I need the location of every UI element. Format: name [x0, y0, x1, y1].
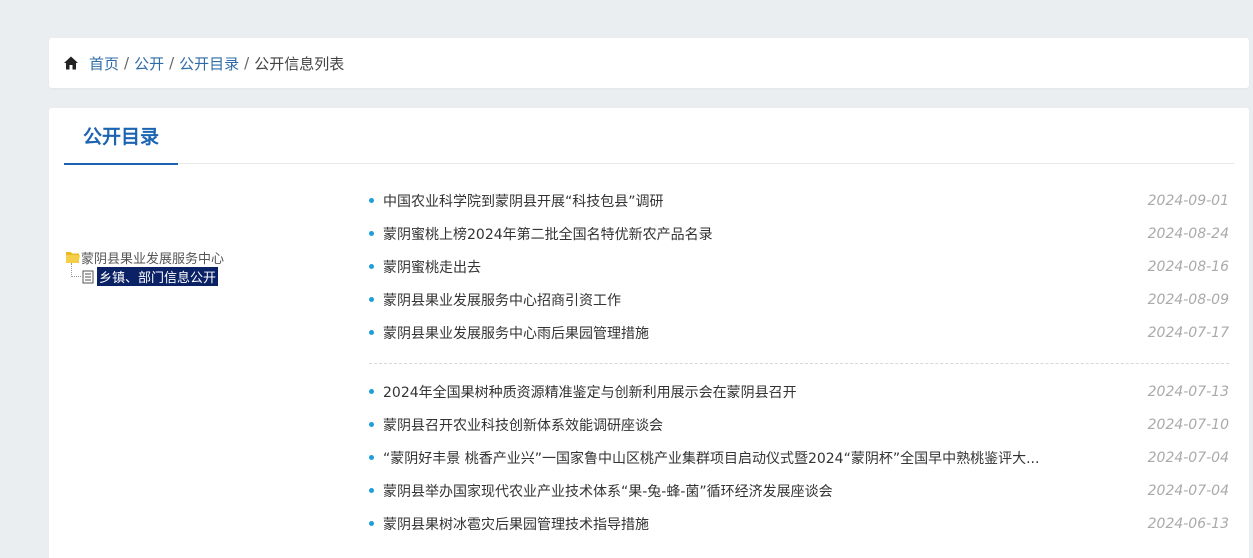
tree-node-label-selected: 乡镇、部门信息公开 [97, 267, 219, 286]
news-item[interactable]: 蒙阴县果业发展服务中心雨后果园管理措施 2024-07-17 [369, 316, 1229, 349]
bullet-icon [369, 488, 374, 493]
breadcrumb: 首页 / 公开 / 公开目录 / 公开信息列表 [49, 38, 1249, 88]
news-group-2: 2024年全国果树种质资源精准鉴定与创新利用展示会在蒙阴县召开 2024-07-1… [369, 363, 1229, 540]
news-item[interactable]: “蒙阴好丰景 桃香产业兴”一国家鲁中山区桃产业集群项目启动仪式暨2024“蒙阴杯… [369, 441, 1229, 474]
news-date: 2024-08-09 [1147, 291, 1229, 308]
tree-node-root[interactable]: 蒙阴县果业发展服务中心 [66, 248, 224, 267]
news-item[interactable]: 蒙阴县召开农业科技创新体系效能调研座谈会 2024-07-10 [369, 408, 1229, 441]
category-tree: 蒙阴县果业发展服务中心 乡镇、部门信息公开 [66, 248, 224, 286]
news-date: 2024-06-13 [1147, 515, 1229, 532]
news-item[interactable]: 中国农业科学院到蒙阴县开展“科技包县”调研 2024-09-01 [369, 184, 1229, 217]
news-title[interactable]: “蒙阴好丰景 桃香产业兴”一国家鲁中山区桃产业集群项目启动仪式暨2024“蒙阴杯… [383, 448, 1148, 468]
breadcrumb-separator: / [244, 54, 250, 72]
tab-bar: 公开目录 [64, 108, 1234, 165]
news-date: 2024-07-10 [1147, 416, 1229, 433]
breadcrumb-home-link[interactable]: 首页 [89, 53, 119, 74]
news-title[interactable]: 2024年全国果树种质资源精准鉴定与创新利用展示会在蒙阴县召开 [383, 382, 1148, 402]
news-title[interactable]: 蒙阴县召开农业科技创新体系效能调研座谈会 [383, 415, 1148, 435]
bullet-icon [369, 297, 374, 302]
bullet-icon [369, 422, 374, 427]
tab-public-catalog[interactable]: 公开目录 [64, 108, 178, 165]
news-item[interactable]: 2024年全国果树种质资源精准鉴定与创新利用展示会在蒙阴县召开 2024-07-1… [369, 375, 1229, 408]
news-title[interactable]: 蒙阴蜜桃走出去 [383, 257, 1148, 277]
breadcrumb-catalog-link[interactable]: 公开目录 [179, 53, 239, 74]
news-title[interactable]: 蒙阴县果业发展服务中心招商引资工作 [383, 290, 1148, 310]
news-date: 2024-08-24 [1147, 225, 1229, 242]
breadcrumb-current: 公开信息列表 [254, 54, 345, 73]
news-item[interactable]: 蒙阴县举办国家现代农业产业技术体系“果-兔-蜂-菌”循环经济发展座谈会 2024-… [369, 474, 1229, 507]
breadcrumb-separator: / [169, 54, 175, 72]
news-item[interactable]: 蒙阴县果业发展服务中心招商引资工作 2024-08-09 [369, 283, 1229, 316]
news-title[interactable]: 中国农业科学院到蒙阴县开展“科技包县”调研 [383, 191, 1148, 211]
news-item[interactable]: 蒙阴蜜桃上榜2024年第二批全国名特优新农产品名录 2024-08-24 [369, 217, 1229, 250]
news-list: 中国农业科学院到蒙阴县开展“科技包县”调研 2024-09-01 蒙阴蜜桃上榜20… [369, 184, 1229, 540]
news-date: 2024-07-04 [1147, 449, 1229, 466]
news-group-1: 中国农业科学院到蒙阴县开展“科技包县”调研 2024-09-01 蒙阴蜜桃上榜20… [369, 184, 1229, 349]
document-icon [82, 270, 94, 283]
bullet-icon [369, 455, 374, 460]
home-icon[interactable] [63, 55, 79, 71]
bullet-icon [369, 389, 374, 394]
content-card: 公开目录 蒙阴县果业发展服务中心 乡镇、部门信息公开 中国农业科学院到蒙阴县开展… [49, 108, 1249, 558]
news-title[interactable]: 蒙阴县举办国家现代农业产业技术体系“果-兔-蜂-菌”循环经济发展座谈会 [383, 481, 1148, 501]
news-date: 2024-07-13 [1147, 383, 1229, 400]
bullet-icon [369, 198, 374, 203]
news-title[interactable]: 蒙阴县果树冰雹灾后果园管理技术指导措施 [383, 514, 1148, 534]
bullet-icon [369, 231, 374, 236]
news-date: 2024-07-17 [1147, 324, 1229, 341]
bullet-icon [369, 264, 374, 269]
tree-node-child[interactable]: 乡镇、部门信息公开 [71, 263, 224, 286]
news-item[interactable]: 蒙阴蜜桃走出去 2024-08-16 [369, 250, 1229, 283]
news-title[interactable]: 蒙阴县果业发展服务中心雨后果园管理措施 [383, 323, 1148, 343]
bullet-icon [369, 330, 374, 335]
tree-node-label: 蒙阴县果业发展服务中心 [81, 252, 225, 267]
breadcrumb-public-link[interactable]: 公开 [134, 53, 164, 74]
news-date: 2024-08-16 [1147, 258, 1229, 275]
news-date: 2024-07-04 [1147, 482, 1229, 499]
news-date: 2024-09-01 [1147, 192, 1229, 209]
news-item[interactable]: 蒙阴县果树冰雹灾后果园管理技术指导措施 2024-06-13 [369, 507, 1229, 540]
news-title[interactable]: 蒙阴蜜桃上榜2024年第二批全国名特优新农产品名录 [383, 224, 1148, 244]
bullet-icon [369, 521, 374, 526]
breadcrumb-separator: / [124, 54, 130, 72]
